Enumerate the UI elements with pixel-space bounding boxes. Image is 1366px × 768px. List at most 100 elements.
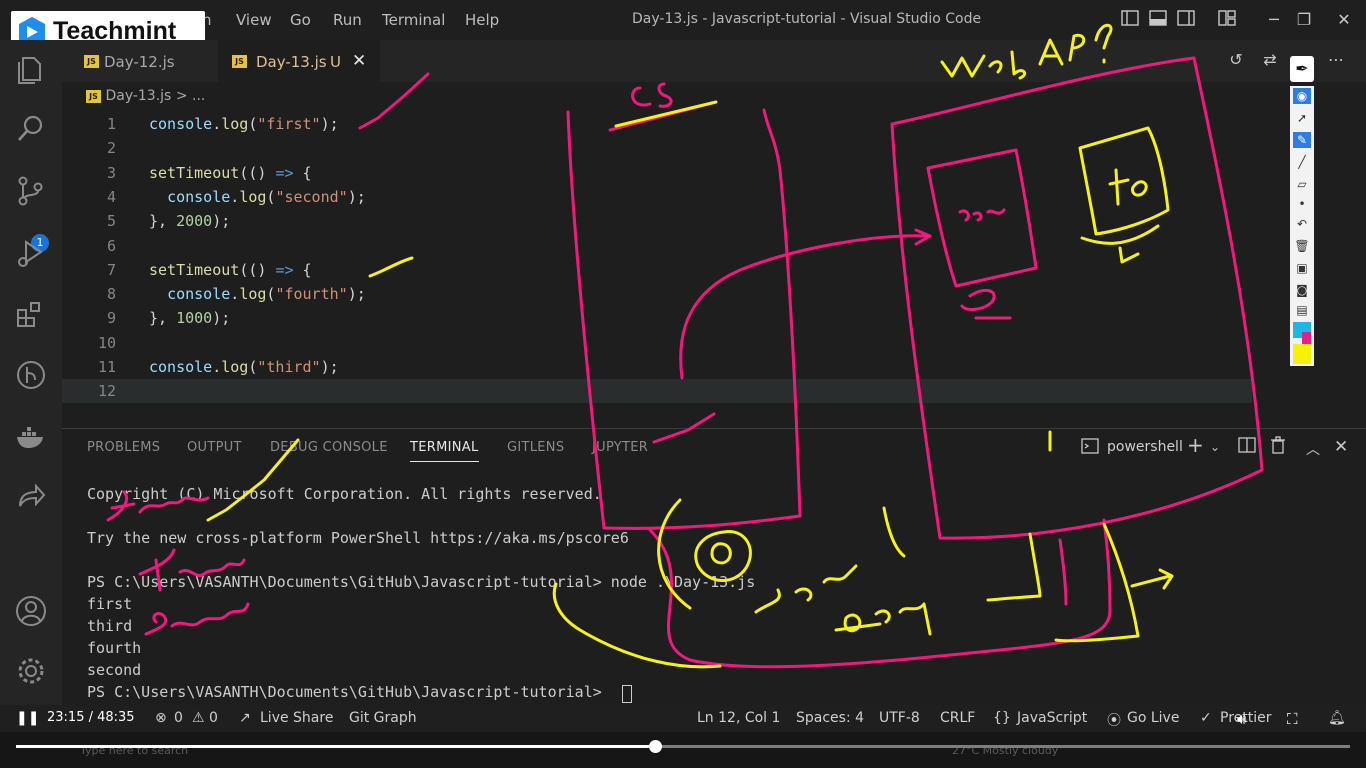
menu-view[interactable]: View (236, 11, 272, 29)
line-number: 1 (106, 115, 116, 133)
trash-icon[interactable] (1270, 436, 1286, 459)
tab-problems[interactable]: PROBLEMS (87, 440, 160, 455)
breadcrumb-file[interactable]: Day-13.js (105, 88, 171, 104)
volume-icon[interactable]: 🔊︎ (1237, 710, 1246, 728)
line-icon[interactable]: ╱ (1293, 154, 1311, 170)
tab-jupyter[interactable]: JUPYTER (592, 440, 648, 455)
eraser-icon[interactable]: ▱ (1293, 176, 1311, 192)
code-line[interactable]: 9}, 1000); (62, 306, 1252, 330)
more-actions-icon[interactable]: ⋯ (1326, 50, 1346, 70)
tab-day-13[interactable]: JS Day-13.js U ✕ (218, 40, 380, 82)
video-progress-knob[interactable] (648, 740, 662, 753)
video-time: 23:15 / 48:35 (47, 710, 135, 725)
cursor-position[interactable]: Ln 12, Col 1 (697, 710, 780, 726)
eye-icon[interactable]: ◉ (1293, 88, 1311, 104)
go-live-button[interactable]: Go Live (1127, 710, 1179, 726)
tab-label: Day-13.js (256, 53, 327, 71)
dot-icon[interactable]: • (1293, 196, 1311, 212)
error-count[interactable]: 0 (174, 710, 183, 726)
toggle-sidebar-icon[interactable] (1120, 10, 1140, 30)
color-yellow-swatch[interactable] (1293, 344, 1311, 364)
code-line[interactable]: 3 setTimeout(() => { (62, 161, 1252, 185)
menu-help[interactable]: Help (465, 11, 499, 29)
code-line[interactable]: 10 (62, 331, 1252, 355)
delete-icon[interactable]: 🗑︎ (1293, 238, 1311, 254)
code-editor[interactable]: 1 console.log("first"); 2 3 setTimeout(() =>… (62, 110, 1312, 410)
live-share-icon[interactable] (14, 480, 48, 514)
menu-go[interactable]: Go (290, 11, 311, 29)
encoding[interactable]: UTF-8 (879, 710, 920, 726)
pointer-icon[interactable]: ➚ (1293, 110, 1311, 126)
run-debug-icon[interactable] (14, 236, 48, 270)
restore-icon[interactable]: ❐ (1294, 10, 1314, 30)
close-panel-icon[interactable]: ✕ (1334, 437, 1348, 457)
search-icon[interactable] (14, 112, 48, 146)
error-icon[interactable]: ⊗ (155, 710, 167, 726)
code-line[interactable]: 6 (62, 234, 1252, 258)
chevron-down-icon[interactable]: ⌄ (1210, 440, 1220, 454)
toggle-secondary-sidebar-icon[interactable] (1176, 10, 1196, 30)
code-line[interactable]: 11 console.log("third"); (62, 355, 1252, 379)
split-terminal-icon[interactable] (1238, 436, 1256, 459)
terminal-line: first (87, 595, 133, 613)
undo-icon[interactable]: ↶ (1293, 216, 1311, 232)
menu-terminal[interactable]: Terminal (382, 11, 445, 29)
git-graph-status[interactable]: Git Graph (349, 710, 417, 726)
live-share-status[interactable]: Live Share (260, 710, 333, 726)
terminal-line: PS C:\Users\VASANTH\Documents\GitHub\Jav… (87, 683, 611, 701)
tab-output[interactable]: OUTPUT (187, 440, 242, 455)
timeline-history-icon[interactable]: ↺ (1226, 50, 1246, 70)
account-icon[interactable] (14, 594, 48, 628)
pen-tool-icon[interactable]: ✒ (1290, 56, 1314, 82)
new-terminal-icon[interactable]: + (1187, 433, 1204, 457)
screen-icon[interactable]: ▣ (1293, 260, 1311, 276)
line-code: }, 1000); (149, 309, 231, 328)
tab-debug-console[interactable]: DEBUG CONSOLE (270, 440, 388, 455)
camera-icon[interactable]: ◙ (1293, 282, 1311, 298)
code-line[interactable]: 7 setTimeout(() => { (62, 258, 1252, 282)
end-of-line[interactable]: CRLF (940, 710, 975, 726)
video-progress-bar[interactable] (16, 740, 1350, 753)
warning-icon[interactable]: ⚠ (192, 710, 205, 726)
line-code: setTimeout(() => { (149, 163, 312, 182)
fullscreen-icon[interactable]: ⛶ (1287, 710, 1298, 728)
braces-icon: {} (993, 710, 1011, 726)
tab-terminal[interactable]: TERMINAL (410, 440, 479, 462)
close-tab-icon[interactable]: ✕ (352, 51, 366, 71)
toggle-panel-icon[interactable] (1148, 10, 1168, 30)
code-line[interactable]: 1 console.log("first"); (62, 112, 1252, 136)
code-line[interactable]: 2 (62, 136, 1252, 160)
code-line[interactable]: 5}, 2000); (62, 209, 1252, 233)
language-mode[interactable]: JavaScript (1017, 710, 1087, 726)
terminal-name[interactable]: powershell (1107, 439, 1183, 455)
menu-run[interactable]: Run (333, 11, 362, 29)
minimize-icon[interactable]: ─ (1264, 10, 1284, 30)
compare-changes-icon[interactable]: ⇄ (1260, 50, 1280, 70)
code-line[interactable]: 4 console.log("second"); (62, 185, 1252, 209)
breadcrumb-rest[interactable]: > ... (176, 88, 206, 104)
settings-gear-icon[interactable] (14, 654, 48, 688)
source-control-icon[interactable] (14, 174, 48, 208)
maximize-panel-icon[interactable]: ︿ (1306, 439, 1320, 459)
customize-layout-icon[interactable] (1217, 10, 1237, 30)
line-code: console.log("fourth"); (167, 285, 366, 304)
clipboard-icon[interactable]: ▤ (1293, 302, 1311, 318)
live-share-status-icon[interactable]: ↗ (239, 710, 251, 726)
line-code: setTimeout(() => { (149, 260, 312, 279)
close-window-icon[interactable]: ✕ (1334, 10, 1354, 30)
terminal-line: second (87, 661, 142, 679)
terminal-icon (1081, 437, 1099, 460)
docker-icon[interactable] (14, 420, 48, 454)
code-line[interactable]: 8 console.log("fourth"); (62, 282, 1252, 306)
pen-icon[interactable]: ✎ (1293, 132, 1311, 148)
gitlens-icon[interactable] (14, 358, 48, 392)
pause-icon[interactable]: ❚❚ (16, 710, 39, 726)
code-line[interactable]: 12 (62, 379, 1252, 404)
extensions-icon[interactable] (14, 298, 48, 332)
notifications-bell-icon[interactable]: 🔔︎ (1328, 710, 1346, 726)
indentation[interactable]: Spaces: 4 (796, 710, 864, 726)
explorer-icon[interactable] (14, 52, 48, 86)
tab-gitlens[interactable]: GITLENS (507, 440, 564, 455)
tab-day-12[interactable]: JS Day-12.js (62, 40, 212, 82)
warning-count[interactable]: 0 (209, 710, 218, 726)
